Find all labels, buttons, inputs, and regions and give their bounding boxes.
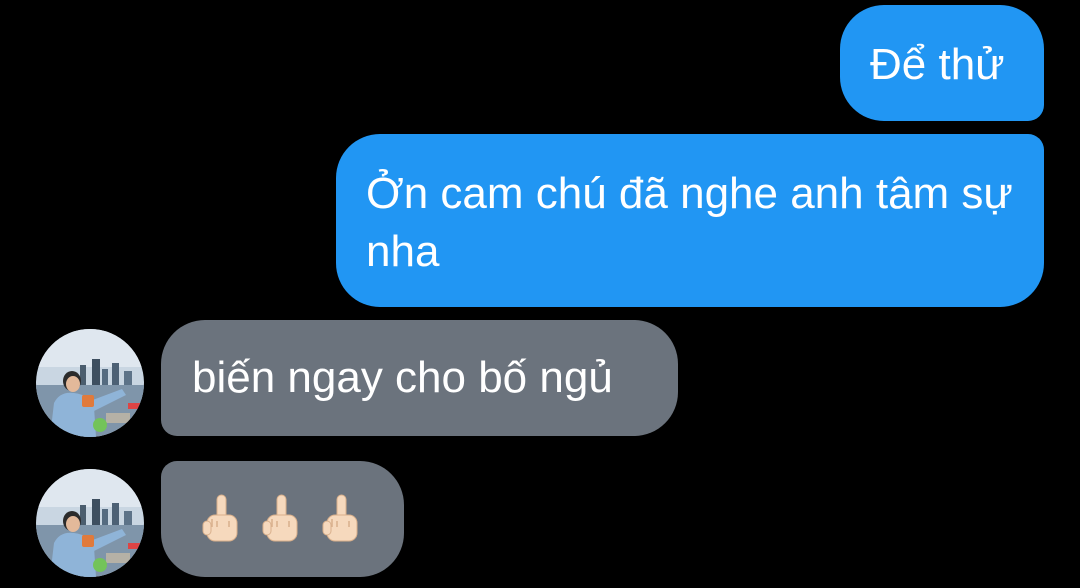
outgoing-message-bubble[interactable]: Để thử	[840, 5, 1044, 121]
middle-finger-emoji-icon	[202, 494, 238, 542]
avatar-photo-icon	[36, 329, 144, 437]
avatar-photo-icon	[36, 469, 144, 577]
message-text: Để thử	[870, 40, 1005, 89]
avatar[interactable]	[36, 329, 144, 437]
incoming-message-bubble[interactable]: biến ngay cho bố ngủ	[161, 320, 678, 436]
message-text: Ởn cam chú đã nghe anh tâm sự nha	[366, 169, 1013, 276]
incoming-message-bubble[interactable]	[161, 461, 404, 577]
outgoing-message-bubble[interactable]: Ởn cam chú đã nghe anh tâm sự nha	[336, 134, 1044, 307]
middle-finger-emoji-icon	[262, 494, 298, 542]
avatar[interactable]	[36, 469, 144, 577]
middle-finger-emoji-icon	[322, 494, 358, 542]
message-text: biến ngay cho bố ngủ	[192, 353, 613, 402]
